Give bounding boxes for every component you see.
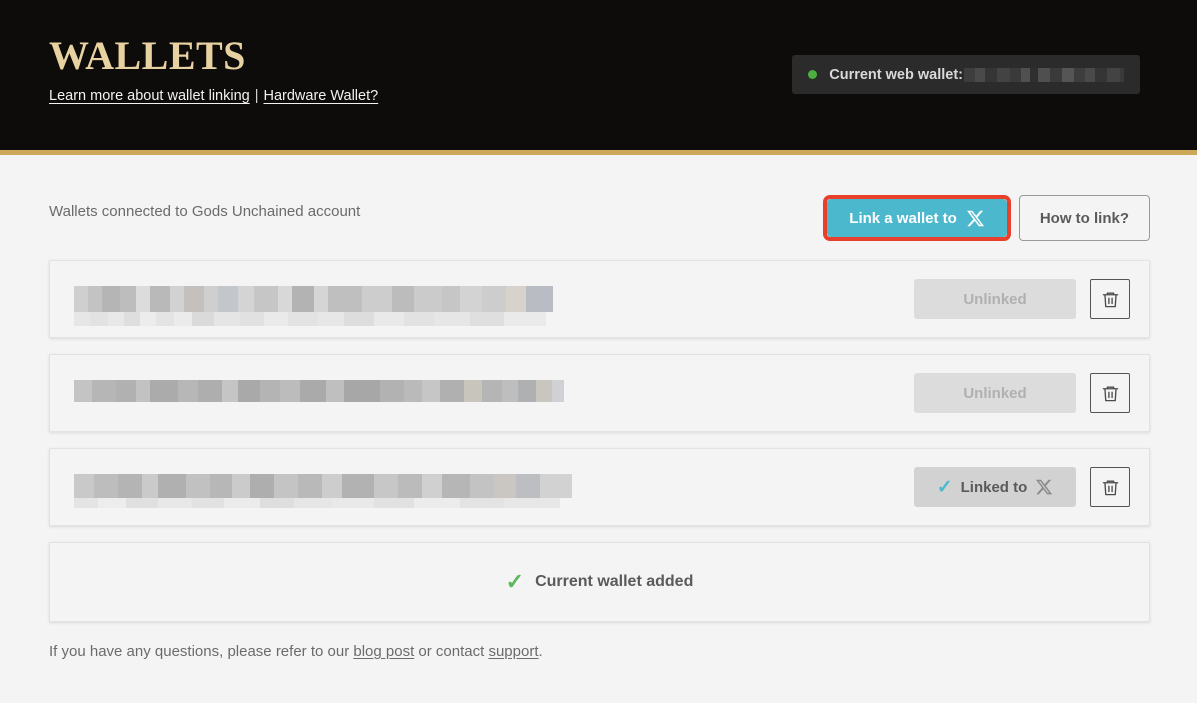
trash-icon [1101, 384, 1120, 403]
wallet-row-actions: Unlinked [914, 373, 1130, 413]
trash-icon [1101, 478, 1120, 497]
blog-post-link[interactable]: blog post [353, 643, 414, 660]
current-wallet-address-redacted [964, 67, 1124, 82]
unlinked-status-button: Unlinked [914, 279, 1076, 319]
wallet-address-redacted [74, 380, 584, 406]
wallet-list: Unlinked Unlinked ✓ Linked to ✓ Current … [49, 260, 1150, 638]
learn-more-link[interactable]: Learn more about wallet linking [49, 88, 250, 104]
wallet-row-actions: Unlinked [914, 279, 1130, 319]
header-links: Learn more about wallet linking | Hardware… [49, 88, 378, 104]
delete-wallet-button[interactable] [1090, 373, 1130, 413]
hardware-wallet-link[interactable]: Hardware Wallet? [263, 88, 378, 104]
unlinked-status-button: Unlinked [914, 373, 1076, 413]
check-icon: ✓ [936, 476, 953, 498]
how-to-link-button[interactable]: How to link? [1018, 195, 1150, 241]
wallet-address-redacted [74, 474, 584, 508]
footer-note: If you have any questions, please refer … [49, 643, 543, 660]
link-separator: | [254, 88, 259, 104]
link-a-wallet-button[interactable]: Link a wallet to [827, 199, 1007, 237]
wallet-row: Unlinked [49, 354, 1150, 432]
page-header: WALLETS Learn more about wallet linking |… [0, 0, 1197, 150]
delete-wallet-button[interactable] [1090, 279, 1130, 319]
wallet-row: ✓ Linked to [49, 448, 1150, 526]
status-dot-icon [808, 70, 818, 79]
current-wallet-label: Current web wallet: [829, 66, 963, 83]
link-a-wallet-label: Link a wallet to [849, 209, 957, 227]
main-content: Wallets connected to Gods Unchained acco… [0, 155, 1197, 703]
action-buttons: Link a wallet to How to link? [823, 195, 1150, 241]
wallet-row: Unlinked [49, 260, 1150, 338]
check-icon: ✓ [505, 569, 525, 594]
delete-wallet-button[interactable] [1090, 467, 1130, 507]
current-wallet-added-row: ✓ Current wallet added [49, 542, 1150, 622]
footer-text-middle: or contact [414, 643, 489, 660]
trash-icon [1101, 290, 1120, 309]
subheading-row: Wallets connected to Gods Unchained acco… [49, 195, 1150, 243]
page-title: WALLETS [49, 33, 246, 78]
wallet-row-actions: ✓ Linked to [914, 467, 1130, 507]
linked-status-label: Linked to [960, 478, 1028, 496]
page-subheading: Wallets connected to Gods Unchained acco… [49, 203, 361, 220]
footer-text-after: . [538, 643, 543, 660]
footer-text-before: If you have any questions, please refer … [49, 643, 354, 660]
x-logo-icon [1035, 478, 1053, 496]
wallet-address-redacted [74, 286, 584, 326]
current-wallet-added: ✓ Current wallet added [506, 571, 694, 593]
current-wallet-added-label: Current wallet added [535, 573, 694, 590]
linked-status-button[interactable]: ✓ Linked to [914, 467, 1076, 507]
x-logo-icon [966, 209, 985, 228]
wallets-page: WALLETS Learn more about wallet linking |… [0, 0, 1197, 703]
support-link[interactable]: support [488, 643, 538, 660]
current-web-wallet-pill[interactable]: Current web wallet: [792, 55, 1140, 94]
link-wallet-highlight: Link a wallet to [823, 195, 1011, 241]
